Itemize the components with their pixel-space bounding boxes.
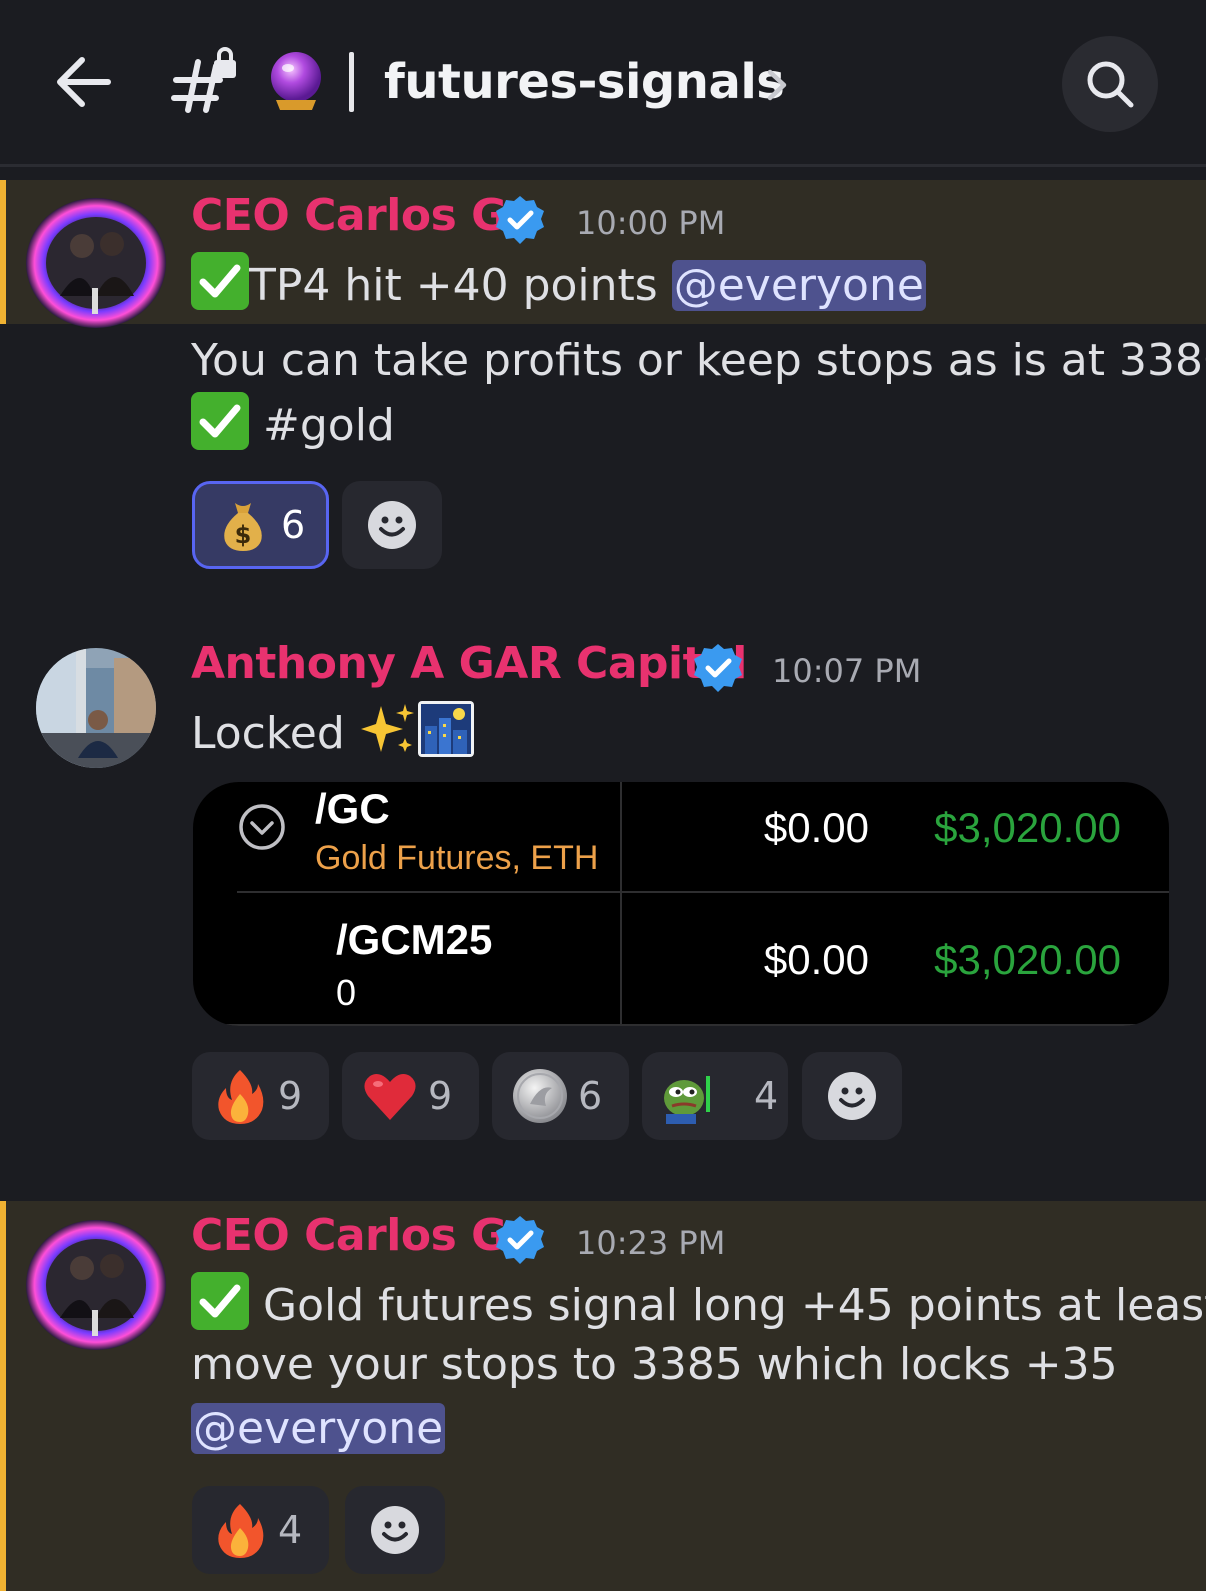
reaction-count: 4 <box>278 1508 303 1552</box>
crystal-ball-icon <box>271 52 321 110</box>
message-timestamp: 10:23 PM <box>576 1224 726 1262</box>
verified-badge-icon <box>694 644 742 692</box>
add-reaction-button[interactable] <box>802 1052 902 1140</box>
reaction-pepe[interactable]: 4 <box>642 1052 788 1140</box>
svg-text:$: $ <box>235 521 252 549</box>
mention-everyone[interactable]: @everyone <box>671 260 926 311</box>
message-text: #gold <box>249 400 395 451</box>
position-value: $0.00 <box>763 936 869 983</box>
avatar-ceo-carlos[interactable] <box>24 1218 168 1352</box>
add-reaction-icon <box>828 1072 876 1120</box>
position-description: Gold Futures, ETH <box>315 839 599 877</box>
check-mark-icon <box>191 252 249 310</box>
reaction-silver-coin[interactable]: 6 <box>492 1052 629 1140</box>
reaction-fire[interactable]: 4 <box>192 1486 329 1574</box>
verified-badge-icon <box>496 196 544 244</box>
message-line: @everyone <box>191 1398 446 1460</box>
check-mark-icon <box>191 1272 249 1330</box>
position-quantity: 0 <box>336 972 357 1013</box>
add-reaction-icon <box>371 1506 419 1554</box>
card-divider <box>237 891 1169 893</box>
avatar-anthony[interactable] <box>36 648 156 768</box>
channel-name[interactable]: futures-signals <box>384 50 785 114</box>
sparkles-icon <box>360 704 414 752</box>
message-line: TP4 hit +40 points @everyone <box>191 252 926 317</box>
hashtag-lock-icon <box>171 47 236 113</box>
red-heart-icon <box>364 1074 416 1120</box>
message-author[interactable]: CEO Carlos G. <box>191 190 523 241</box>
position-value: $0.00 <box>763 804 869 851</box>
position-symbol: /GC <box>315 785 390 832</box>
message-timestamp: 10:00 PM <box>576 204 726 242</box>
fire-icon <box>218 1070 264 1124</box>
chevron-right-icon[interactable] <box>764 68 790 102</box>
message-author[interactable]: CEO Carlos G. <box>191 1210 523 1261</box>
message-text: Locked <box>191 708 359 759</box>
reaction-count: 6 <box>578 1074 603 1118</box>
verified-badge-icon <box>496 1216 544 1264</box>
card-divider <box>620 782 622 1026</box>
add-reaction-button[interactable] <box>345 1486 445 1574</box>
collapse-chevron-icon[interactable] <box>237 802 287 852</box>
search-icon <box>1087 61 1134 108</box>
reaction-count: 6 <box>281 503 306 547</box>
reaction-fire[interactable]: 9 <box>192 1052 329 1140</box>
add-reaction-icon <box>368 501 416 549</box>
avatar-ceo-carlos[interactable] <box>24 196 168 330</box>
message-author[interactable]: Anthony A GAR Capital <box>191 638 747 689</box>
add-reaction-button[interactable] <box>342 481 442 569</box>
channel-header: futures-signals <box>0 0 1206 167</box>
trade-position-card: /GC Gold Futures, ETH $0.00 $3,020.00 /G… <box>193 782 1169 1026</box>
message-line: Gold futures signal long +45 points at l… <box>191 1272 1206 1337</box>
money-bag-icon: $ <box>224 503 262 551</box>
reaction-count: 9 <box>278 1074 303 1118</box>
night-city-icon <box>417 701 474 757</box>
message-text: Gold futures signal long +45 points at l… <box>249 1280 1206 1331</box>
pepe-chart-icon <box>664 1076 710 1124</box>
position-pnl: $3,020.00 <box>934 804 1121 851</box>
silver-coin-icon <box>513 1069 567 1123</box>
fire-icon <box>218 1504 264 1558</box>
reaction-count: 9 <box>428 1074 453 1118</box>
message-text: TP4 hit +40 points <box>249 260 672 311</box>
card-divider <box>193 1024 1169 1026</box>
mention-everyone[interactable]: @everyone <box>191 1403 446 1454</box>
reaction-count: 4 <box>754 1074 779 1118</box>
message-text: You can take profits or keep stops as is… <box>191 335 1206 386</box>
channel-separator <box>349 52 354 112</box>
reaction-money-bag[interactable]: $ 6 <box>192 481 329 569</box>
message-line: Locked <box>191 700 475 765</box>
search-button[interactable] <box>1062 36 1158 132</box>
message-text: move your stops to 3385 which locks +35 <box>191 1339 1118 1390</box>
position-symbol: /GCM25 <box>336 916 493 963</box>
position-pnl: $3,020.00 <box>934 936 1121 983</box>
reaction-heart[interactable]: 9 <box>342 1052 479 1140</box>
check-mark-icon <box>191 392 249 450</box>
message-line: #gold <box>191 392 395 457</box>
message-timestamp: 10:07 PM <box>772 652 922 690</box>
arrow-left-icon[interactable] <box>52 50 116 114</box>
